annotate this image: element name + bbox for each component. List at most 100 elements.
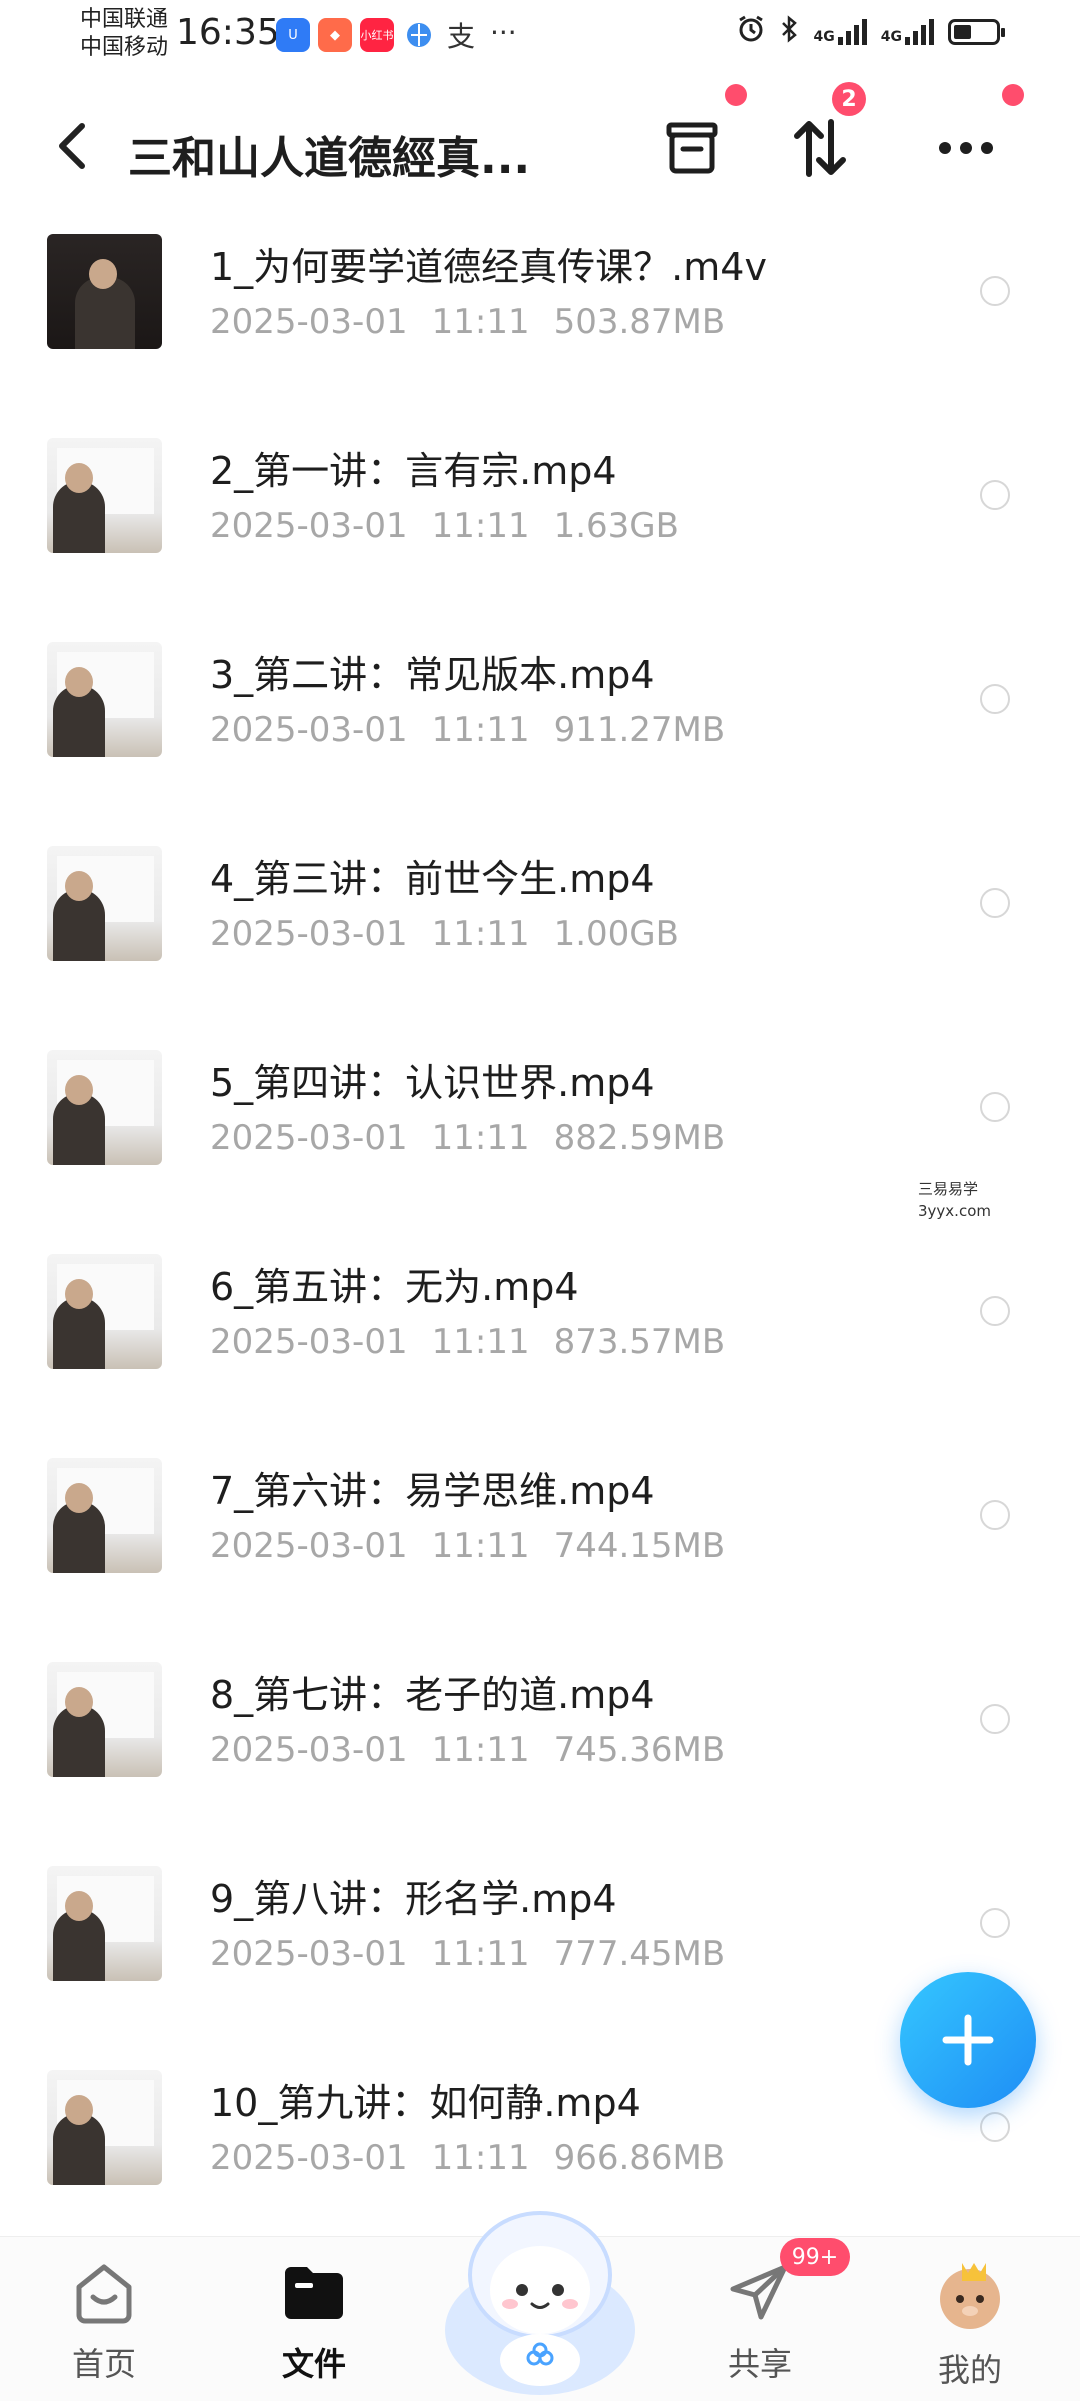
status-time: 16:35 (176, 12, 280, 53)
file-size: 1.63GB (553, 506, 679, 546)
video-thumbnail (47, 1662, 162, 1777)
file-date: 2025-03-01 (210, 1730, 408, 1770)
more-notifications-icon: ··· (490, 16, 517, 49)
nav-share[interactable]: 共享 (680, 2257, 840, 2385)
file-name: 5_第四讲：认识世界.mp4 (210, 1061, 655, 1105)
file-row[interactable]: 7_第六讲：易学思维.mp4 2025-03-01 11:11 744.15MB (0, 1446, 1080, 1650)
speaker-head (65, 667, 93, 697)
ai-mascot-icon (445, 2211, 635, 2395)
file-row[interactable]: 2_第一讲：言有宗.mp4 2025-03-01 11:11 1.63GB (0, 426, 1080, 630)
nav-files[interactable]: 文件 (234, 2257, 394, 2385)
file-date: 2025-03-01 (210, 2138, 408, 2178)
add-button[interactable] (900, 1972, 1036, 2108)
archive-notification-dot (725, 84, 747, 106)
chevron-left-icon (59, 123, 85, 169)
video-thumbnail (47, 1458, 162, 1573)
alipay-icon: 支 (446, 20, 475, 53)
file-time: 11:11 (431, 1118, 530, 1158)
page-title: 三和山人道德經真... (128, 133, 531, 184)
video-thumbnail (47, 438, 162, 553)
orange-app-icon: ◆ (318, 18, 352, 52)
file-time: 11:11 (431, 2138, 530, 2178)
alarm-icon (736, 14, 766, 50)
file-name: 6_第五讲：无为.mp4 (210, 1265, 579, 1309)
file-meta: 2025-03-01 11:11 882.59MB (210, 1118, 725, 1158)
archive-button[interactable] (652, 108, 732, 188)
select-radio[interactable] (980, 1500, 1010, 1530)
select-radio[interactable] (980, 684, 1010, 714)
speaker-head (65, 463, 93, 493)
speaker-head (65, 1891, 93, 1921)
file-row[interactable]: 3_第二讲：常见版本.mp4 2025-03-01 11:11 911.27MB (0, 630, 1080, 834)
nav-home[interactable]: 首页 (24, 2257, 184, 2385)
file-row[interactable]: 1_为何要学道德经真传课？.m4v 2025-03-01 11:11 503.87MB (0, 222, 1080, 426)
file-row[interactable]: 8_第七讲：老子的道.mp4 2025-03-01 11:11 745.36MB (0, 1650, 1080, 1854)
select-radio[interactable] (980, 480, 1010, 510)
select-radio[interactable] (980, 1296, 1010, 1326)
nav-home-label: 首页 (71, 2345, 136, 2383)
globe-app-icon (402, 18, 436, 52)
speaker-head (65, 871, 93, 901)
select-radio[interactable] (980, 1704, 1010, 1734)
avatar-icon (940, 2263, 1000, 2329)
transfer-arrows-icon (794, 119, 846, 177)
watermark-line-2: 3yyx.com (918, 1202, 991, 1220)
watermark: 三易易学 3yyx.com (918, 1178, 991, 1222)
file-list: 1_为何要学道德经真传课？.m4v 2025-03-01 11:11 503.87MB… (0, 222, 1080, 2262)
signal-1-icon: 4G (814, 19, 867, 45)
file-size: 873.57MB (553, 1322, 726, 1362)
file-date: 2025-03-01 (210, 1118, 408, 1158)
back-button[interactable] (52, 118, 92, 184)
transfer-count-badge: 2 (832, 82, 866, 116)
ai-assistant-button[interactable] (430, 2180, 650, 2400)
file-time: 11:11 (431, 1526, 530, 1566)
nav-files-label: 文件 (281, 2345, 346, 2383)
speaker-head (65, 1687, 93, 1717)
file-meta: 2025-03-01 11:11 1.00GB (210, 914, 679, 954)
watermark-line-1: 三易易学 (918, 1180, 979, 1198)
file-time: 11:11 (431, 914, 530, 954)
file-name: 3_第二讲：常见版本.mp4 (210, 653, 655, 697)
file-time: 11:11 (431, 1730, 530, 1770)
file-date: 2025-03-01 (210, 302, 408, 342)
file-date: 2025-03-01 (210, 506, 408, 546)
status-bar: 中国联通 中国移动 16:35 U ◆ 小红书 支 ··· 4G 4G (0, 0, 1080, 72)
speaker-head (65, 1483, 93, 1513)
carrier-2: 中国移动 (80, 35, 169, 60)
file-name: 7_第六讲：易学思维.mp4 (210, 1469, 655, 1513)
file-date: 2025-03-01 (210, 1934, 408, 1974)
select-radio[interactable] (980, 1908, 1010, 1938)
select-radio[interactable] (980, 888, 1010, 918)
more-options-button[interactable] (926, 108, 1006, 188)
video-thumbnail (47, 1866, 162, 1981)
file-meta: 2025-03-01 11:11 873.57MB (210, 1322, 725, 1362)
nav-mine[interactable]: 我的 (890, 2257, 1050, 2391)
video-thumbnail (47, 234, 162, 349)
transfer-button[interactable] (780, 108, 860, 188)
file-name: 9_第八讲：形名学.mp4 (210, 1877, 617, 1921)
carrier-1: 中国联通 (80, 7, 169, 32)
file-time: 11:11 (431, 506, 530, 546)
select-radio[interactable] (980, 2112, 1010, 2142)
video-thumbnail (47, 1050, 162, 1165)
file-date: 2025-03-01 (210, 914, 408, 954)
file-name: 8_第七讲：老子的道.mp4 (210, 1673, 655, 1717)
file-date: 2025-03-01 (210, 1526, 408, 1566)
file-size: 777.45MB (553, 1934, 726, 1974)
speaker-head (65, 1279, 93, 1309)
file-row[interactable]: 6_第五讲：无为.mp4 2025-03-01 11:11 873.57MB (0, 1242, 1080, 1446)
select-radio[interactable] (980, 1092, 1010, 1122)
file-size: 745.36MB (553, 1730, 726, 1770)
folder-icon (285, 2267, 343, 2319)
file-row[interactable]: 4_第三讲：前世今生.mp4 2025-03-01 11:11 1.00GB (0, 834, 1080, 1038)
battery-level (954, 25, 971, 39)
file-meta: 2025-03-01 11:11 503.87MB (210, 302, 725, 342)
file-time: 11:11 (431, 710, 530, 750)
video-thumbnail (47, 2070, 162, 2185)
nav-share-label: 共享 (727, 2345, 792, 2383)
file-name: 2_第一讲：言有宗.mp4 (210, 449, 617, 493)
select-radio[interactable] (980, 276, 1010, 306)
file-meta: 2025-03-01 11:11 911.27MB (210, 710, 725, 750)
file-meta: 2025-03-01 11:11 966.86MB (210, 2138, 725, 2178)
video-thumbnail (47, 1254, 162, 1369)
